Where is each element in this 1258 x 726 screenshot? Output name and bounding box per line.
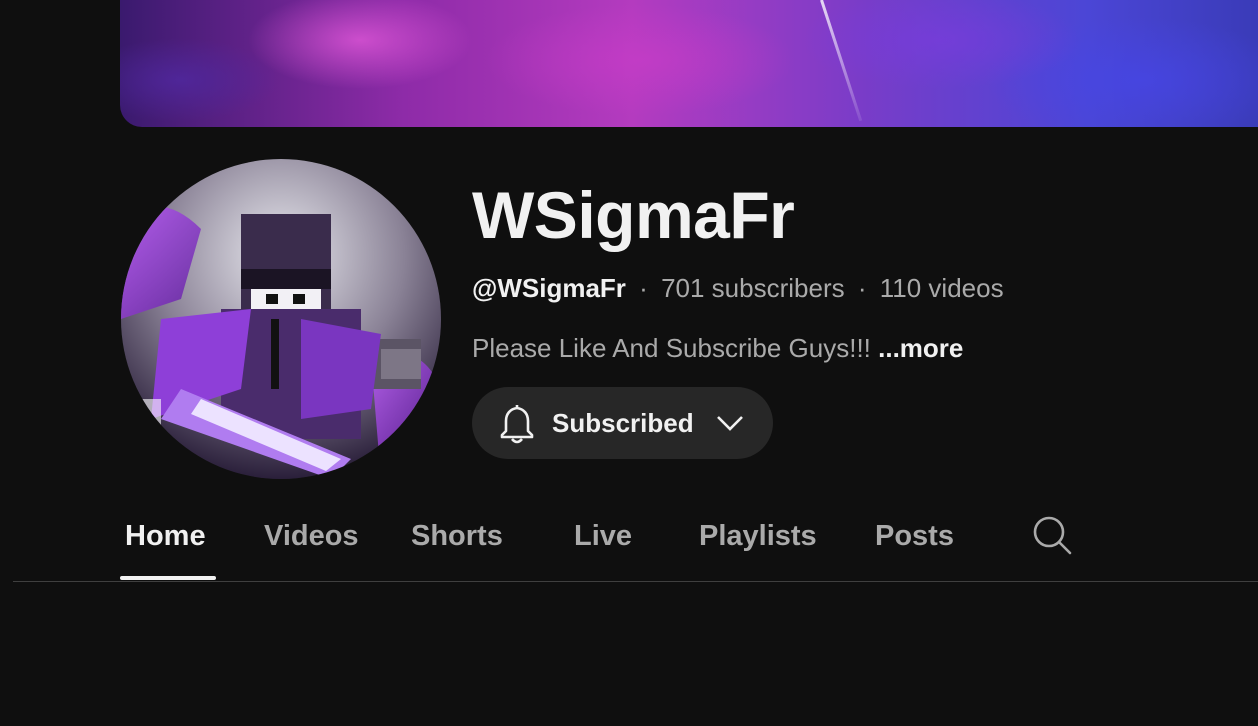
tab-posts[interactable]: Posts (875, 518, 954, 554)
banner-light-streak (820, 0, 863, 122)
more-link[interactable]: ...more (878, 333, 963, 363)
avatar-image (121, 159, 441, 479)
active-tab-indicator (120, 576, 216, 580)
channel-description[interactable]: Please Like And Subscribe Guys!!! ...mor… (472, 332, 963, 364)
tab-playlists[interactable]: Playlists (699, 518, 817, 554)
subscribed-button[interactable]: Subscribed (472, 387, 773, 459)
chevron-down-icon (716, 416, 743, 431)
meta-separator: · (639, 273, 648, 303)
tabs-divider (13, 581, 1258, 582)
channel-avatar[interactable] (121, 159, 441, 479)
subscriber-count: 701 subscribers (661, 273, 845, 303)
tab-live[interactable]: Live (574, 518, 632, 554)
video-count: 110 videos (879, 273, 1004, 303)
tab-home[interactable]: Home (125, 518, 206, 554)
channel-name: WSigmaFr (472, 178, 795, 252)
channel-handle: @WSigmaFr (472, 273, 626, 303)
meta-separator: · (857, 273, 867, 303)
search-icon[interactable] (1032, 515, 1072, 555)
tab-shorts[interactable]: Shorts (411, 518, 503, 554)
description-text: Please Like And Subscribe Guys!!! (472, 333, 871, 363)
subscribed-label: Subscribed (552, 407, 694, 438)
tab-videos[interactable]: Videos (264, 518, 359, 554)
bell-icon (500, 404, 534, 444)
channel-meta: @WSigmaFr · 701 subscribers · 110 videos (472, 272, 1004, 304)
channel-banner (120, 0, 1258, 127)
